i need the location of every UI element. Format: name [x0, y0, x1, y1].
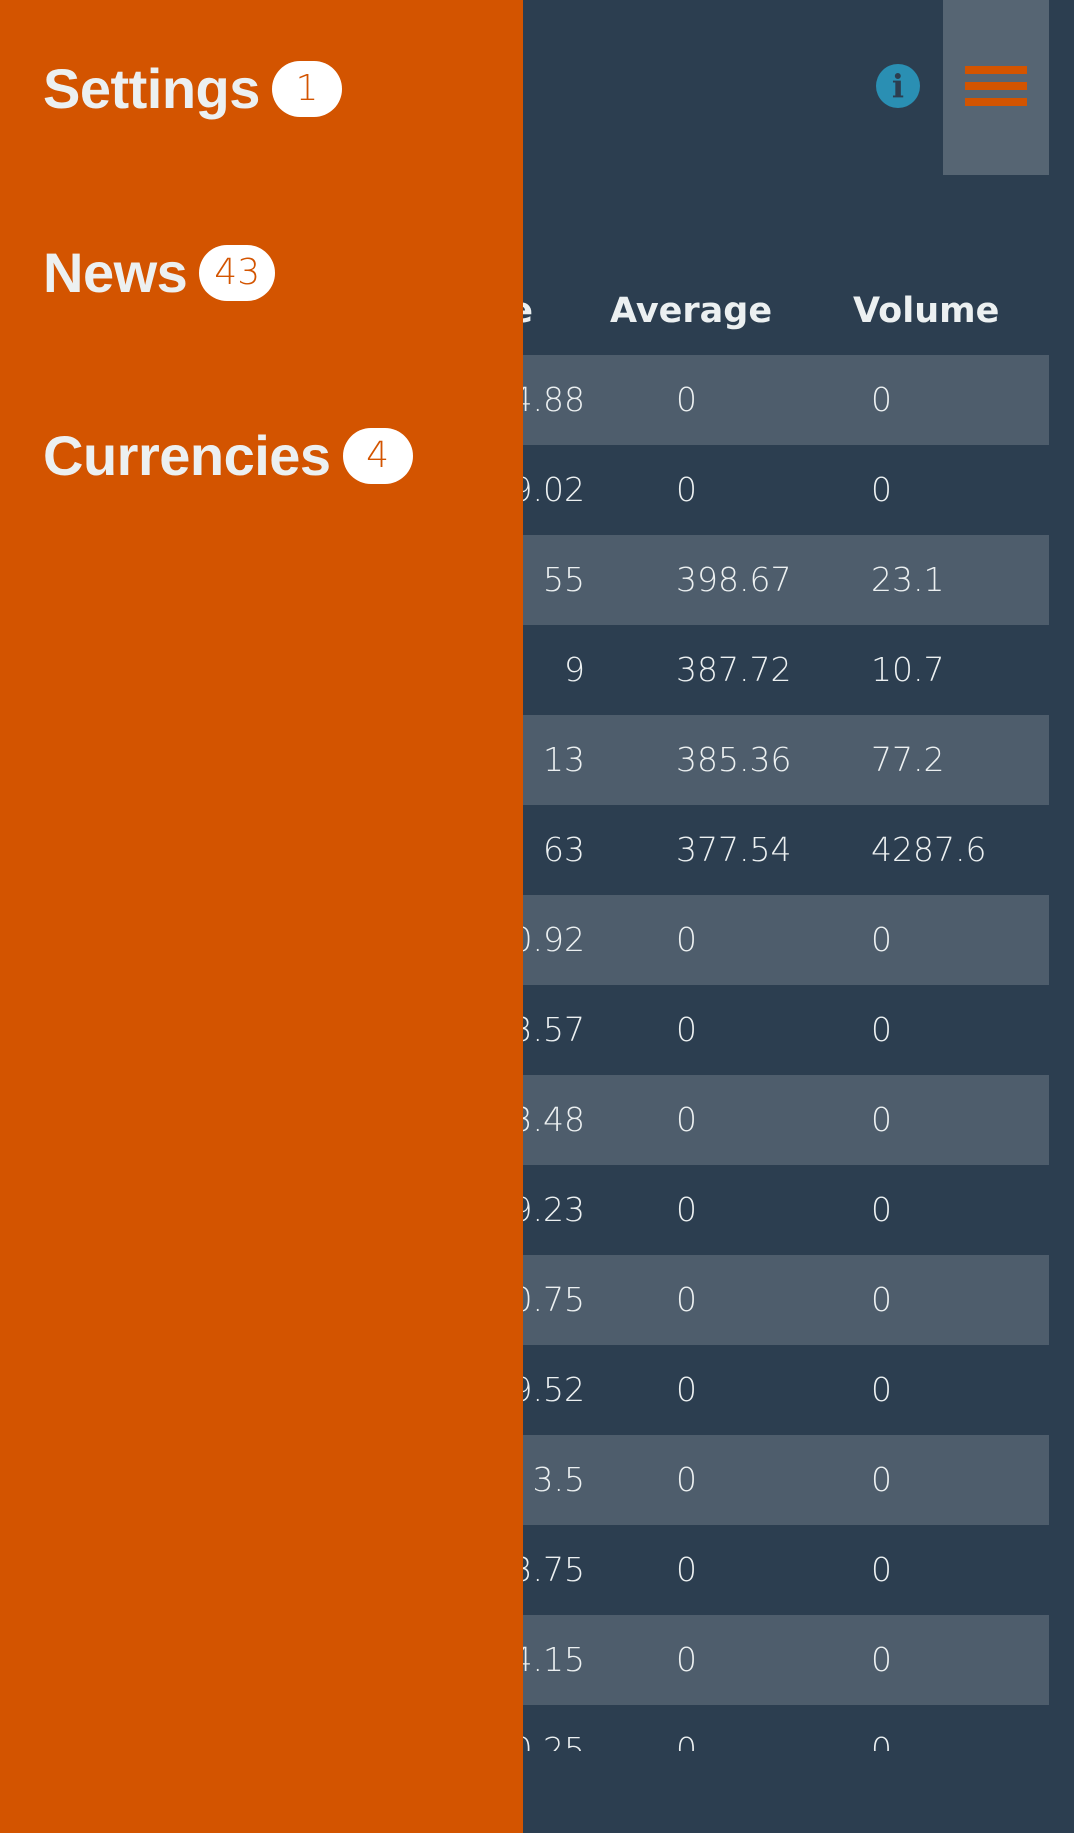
cell-average: 398.67: [676, 560, 792, 599]
cell-average: 0: [676, 920, 697, 959]
cell-average: 377.54: [676, 830, 792, 869]
info-icon[interactable]: i: [876, 64, 920, 108]
cell-volume: 0: [871, 1730, 892, 1751]
cell-average: 0: [676, 1550, 697, 1589]
cell-average: 0: [676, 1370, 697, 1409]
cell-average: 0: [676, 1640, 697, 1679]
menu-item-label: News: [43, 241, 188, 304]
cell-volume: 0: [871, 1190, 892, 1229]
cell-volume: 0: [871, 1460, 892, 1499]
cell-volume: 0: [871, 470, 892, 509]
hamburger-icon-bar: [965, 82, 1027, 90]
cell-average: 0: [676, 1730, 697, 1751]
cell-volume: 10.7: [871, 650, 945, 689]
menu-item-settings[interactable]: Settings 1: [43, 56, 342, 121]
cell-average: 0: [676, 1010, 697, 1049]
menu-item-currencies[interactable]: Currencies 4: [43, 423, 413, 488]
menu-item-label: Settings: [43, 57, 260, 120]
side-drawer: Settings 1 News 43 Currencies 4: [0, 0, 523, 1833]
cell-volume: 0: [871, 1370, 892, 1409]
cell-average: 385.36: [676, 740, 792, 779]
cell-volume: 0: [871, 1280, 892, 1319]
cell-volume: 0: [871, 1550, 892, 1589]
cell-volume: 4287.6: [871, 830, 987, 869]
cell-volume: 0: [871, 1640, 892, 1679]
cell-average: 0: [676, 470, 697, 509]
cell-volume: 77.2: [871, 740, 945, 779]
cell-average: 0: [676, 1100, 697, 1139]
count-badge: 1: [271, 60, 342, 117]
cell-average: 387.72: [676, 650, 792, 689]
app-root: i e Average Volume 4.88009.020055398.672…: [0, 0, 1074, 1833]
count-badge: 43: [199, 244, 276, 301]
cell-average: 0: [676, 1280, 697, 1319]
cell-volume: 0: [871, 920, 892, 959]
cell-average: 0: [676, 1460, 697, 1499]
menu-item-label: Currencies: [43, 424, 331, 487]
cell-volume: 0: [871, 1100, 892, 1139]
count-badge: 4: [342, 427, 413, 484]
cell-volume: 23.1: [871, 560, 945, 599]
cell-volume: 0: [871, 380, 892, 419]
column-header-volume[interactable]: Volume: [853, 291, 999, 331]
menu-button[interactable]: [943, 0, 1049, 175]
cell-average: 0: [676, 380, 697, 419]
cell-average: 0: [676, 1190, 697, 1229]
column-header-average[interactable]: Average: [610, 291, 772, 331]
menu-item-news[interactable]: News 43: [43, 240, 276, 305]
hamburger-icon: [965, 66, 1027, 74]
hamburger-icon-bar: [965, 98, 1027, 106]
cell-volume: 0: [871, 1010, 892, 1049]
